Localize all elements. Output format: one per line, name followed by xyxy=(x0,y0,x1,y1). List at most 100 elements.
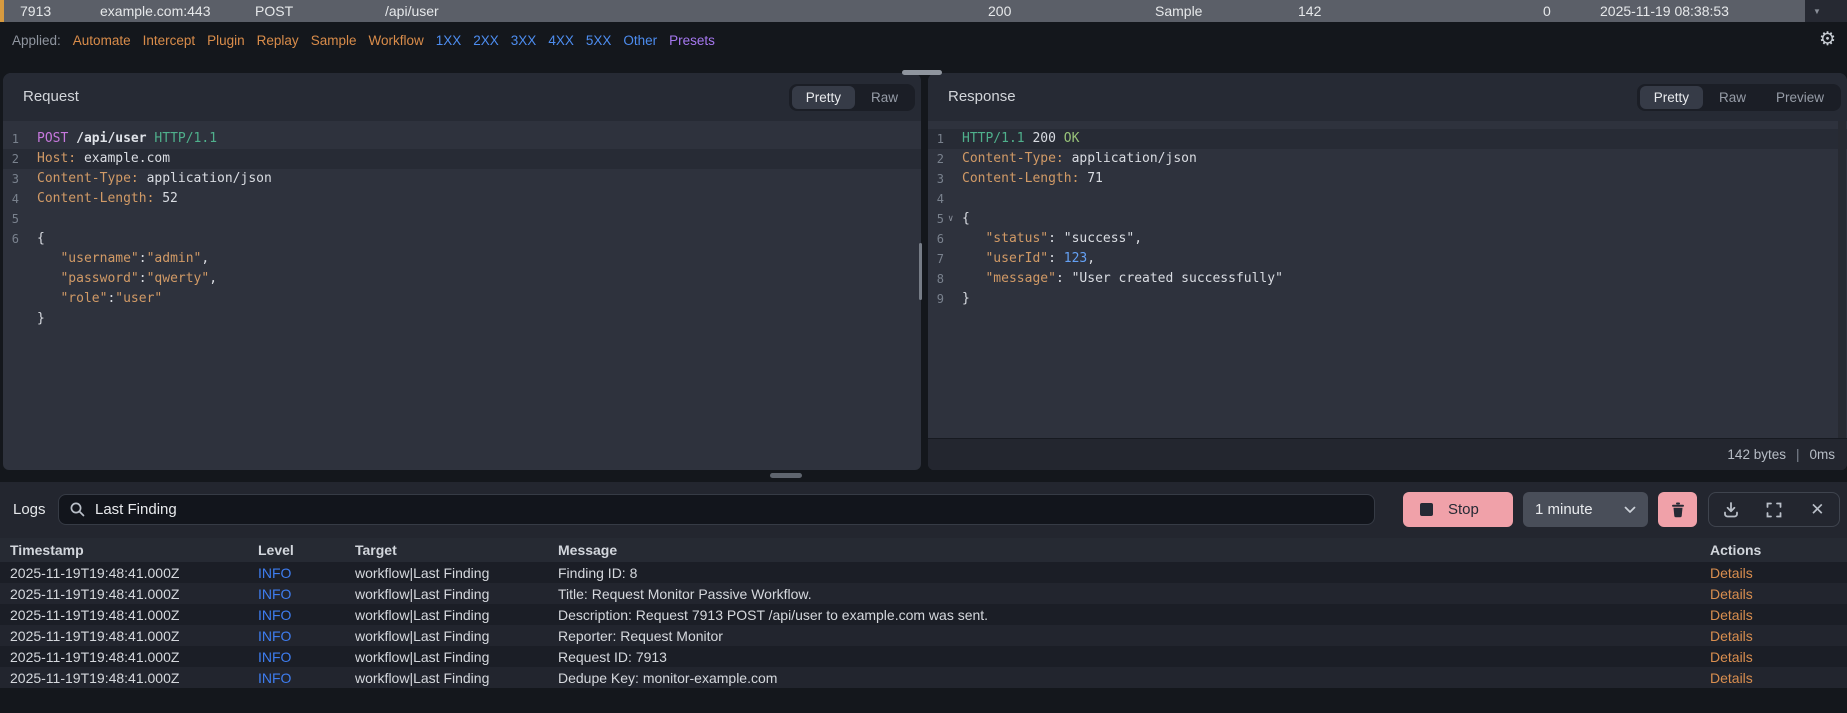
request-tab-raw[interactable]: Raw xyxy=(857,86,912,109)
filter-chip-1xx[interactable]: 1XX xyxy=(436,33,462,48)
log-target: workflow|Last Finding xyxy=(355,606,490,623)
status-separator: | xyxy=(1795,447,1800,462)
clear-logs-button[interactable] xyxy=(1658,492,1697,527)
response-tab-preview[interactable]: Preview xyxy=(1762,86,1838,109)
vertical-split-handle[interactable] xyxy=(902,70,942,75)
logs-toolbar: Logs Stop 1 minute xyxy=(0,482,1847,538)
logs-title: Logs xyxy=(13,501,46,518)
download-logs-button[interactable] xyxy=(1716,495,1746,525)
line-number: 2 xyxy=(936,152,944,166)
filter-chip-4xx[interactable]: 4XX xyxy=(548,33,574,48)
request-tab-pretty[interactable]: Pretty xyxy=(791,86,855,109)
applied-label: Applied: xyxy=(12,32,61,48)
log-row[interactable]: 2025-11-19T19:48:41.000Z INFO workflow|Las… xyxy=(0,604,1847,625)
code-text: } xyxy=(37,311,45,326)
log-target: workflow|Last Finding xyxy=(355,627,490,644)
code-line: "role":"user" xyxy=(3,289,921,309)
download-icon xyxy=(1723,501,1738,517)
code-line: 1 HTTP/1.1 200 OK xyxy=(928,129,1847,149)
line-number: 3 xyxy=(936,172,944,186)
log-target: workflow|Last Finding xyxy=(355,564,490,581)
code-line: 5 ∨{ xyxy=(928,209,1847,229)
interval-select[interactable]: 1 minute xyxy=(1523,492,1648,527)
log-row[interactable]: 2025-11-19T19:48:41.000Z INFO workflow|Las… xyxy=(0,625,1847,646)
log-level: INFO xyxy=(258,669,292,686)
line-number: 4 xyxy=(11,192,19,206)
expand-logs-button[interactable] xyxy=(1759,495,1789,525)
line-number: 5 xyxy=(11,212,19,226)
details-link[interactable]: Details xyxy=(1710,649,1847,665)
table-scrollbar[interactable]: ▼ xyxy=(1805,0,1847,22)
interval-select-value: 1 minute xyxy=(1535,501,1593,518)
log-message: Reporter: Request Monitor xyxy=(558,627,723,644)
filter-chip-sample[interactable]: Sample xyxy=(311,33,357,48)
code-line: 1 POST /api/user HTTP/1.1 xyxy=(3,129,921,149)
filter-chip-plugin[interactable]: Plugin xyxy=(207,33,245,48)
close-logs-button[interactable]: ✕ xyxy=(1802,495,1832,525)
filter-chip-presets[interactable]: Presets xyxy=(669,33,715,48)
fullscreen-icon xyxy=(1766,502,1782,517)
history-cell-method: POST xyxy=(255,3,294,19)
settings-gear-icon[interactable]: ⚙ xyxy=(1819,30,1836,49)
code-line: 4 Content-Length: 52 xyxy=(3,189,921,209)
code-text: ∨{ xyxy=(948,209,970,229)
response-panel: Response Pretty Raw Preview 1 HTTP/1.1 200 … xyxy=(928,73,1847,470)
log-timestamp: 2025-11-19T19:48:41.000Z xyxy=(10,585,180,602)
filter-chip-automate[interactable]: Automate xyxy=(73,33,131,48)
history-table-row[interactable]: 7913 example.com:443 POST /api/user 200 … xyxy=(0,0,1847,22)
details-link[interactable]: Details xyxy=(1710,670,1847,686)
code-text: "status": "success", xyxy=(985,231,1143,246)
details-link[interactable]: Details xyxy=(1710,565,1847,581)
filter-chip-3xx[interactable]: 3XX xyxy=(511,33,537,48)
applied-filters-bar: Applied: Automate Intercept Plugin Replay Sa… xyxy=(0,22,1847,58)
details-link[interactable]: Details xyxy=(1710,628,1847,644)
response-tab-pretty[interactable]: Pretty xyxy=(1639,86,1703,109)
details-link[interactable]: Details xyxy=(1710,607,1847,623)
filter-chip-workflow[interactable]: Workflow xyxy=(368,33,423,48)
code-line: 7 "userId": 123, xyxy=(928,249,1847,269)
line-number: 4 xyxy=(936,192,944,206)
filter-chip-2xx[interactable]: 2XX xyxy=(473,33,499,48)
log-row[interactable]: 2025-11-19T19:48:41.000Z INFO workflow|Las… xyxy=(0,667,1847,688)
code-text: Content-Type: application/json xyxy=(962,151,1197,166)
chevron-down-icon xyxy=(1624,506,1636,513)
request-panel: Request Pretty Raw 1 POST /api/user HTTP/1… xyxy=(3,73,921,470)
filter-chip-intercept[interactable]: Intercept xyxy=(143,33,196,48)
details-link[interactable]: Details xyxy=(1710,586,1847,602)
logs-search-box[interactable] xyxy=(58,494,1375,525)
code-line: "username":"admin", xyxy=(3,249,921,269)
code-text: { xyxy=(37,231,45,246)
history-cell-length: 142 xyxy=(1298,3,1322,19)
log-row[interactable]: 2025-11-19T19:48:41.000Z INFO workflow|Las… xyxy=(0,646,1847,667)
code-text: POST /api/user HTTP/1.1 xyxy=(37,131,218,146)
filter-chip-replay[interactable]: Replay xyxy=(257,33,299,48)
filter-chip-other[interactable]: Other xyxy=(623,33,657,48)
response-view-tabs: Pretty Raw Preview xyxy=(1636,84,1841,111)
request-view-tabs: Pretty Raw xyxy=(788,84,915,111)
request-editor[interactable]: 1 POST /api/user HTTP/1.1 2 Host: example.c… xyxy=(3,121,921,329)
code-line: } xyxy=(3,309,921,329)
response-scrollbar[interactable] xyxy=(1838,121,1846,438)
filter-chip-5xx[interactable]: 5XX xyxy=(586,33,612,48)
log-target: workflow|Last Finding xyxy=(355,648,490,665)
stop-button[interactable]: Stop xyxy=(1403,492,1513,527)
log-level: INFO xyxy=(258,564,292,581)
vertical-split-thumb[interactable] xyxy=(919,243,922,300)
line-number: 2 xyxy=(11,152,19,166)
response-editor[interactable]: 1 HTTP/1.1 200 OK 2 Content-Type: applicati… xyxy=(928,121,1847,309)
code-text: Content-Length: 71 xyxy=(962,171,1103,186)
response-tab-raw[interactable]: Raw xyxy=(1705,86,1760,109)
log-level: INFO xyxy=(258,585,292,602)
log-row[interactable]: 2025-11-19T19:48:41.000Z INFO workflow|Las… xyxy=(0,583,1847,604)
logs-search-input[interactable] xyxy=(95,501,1364,518)
fold-chevron-icon[interactable]: ∨ xyxy=(948,209,953,229)
log-message: Description: Request 7913 POST /api/user… xyxy=(558,606,989,623)
code-text: } xyxy=(962,291,970,306)
code-text: HTTP/1.1 200 OK xyxy=(962,131,1080,146)
code-text: "password":"qwerty", xyxy=(60,271,218,286)
code-text: "message": "User created successfully" xyxy=(985,271,1283,286)
request-panel-title: Request xyxy=(23,88,79,105)
history-cell-path: /api/user xyxy=(385,3,439,19)
log-row[interactable]: 2025-11-19T19:48:41.000Z INFO workflow|Las… xyxy=(0,562,1847,583)
log-timestamp: 2025-11-19T19:48:41.000Z xyxy=(10,669,180,686)
